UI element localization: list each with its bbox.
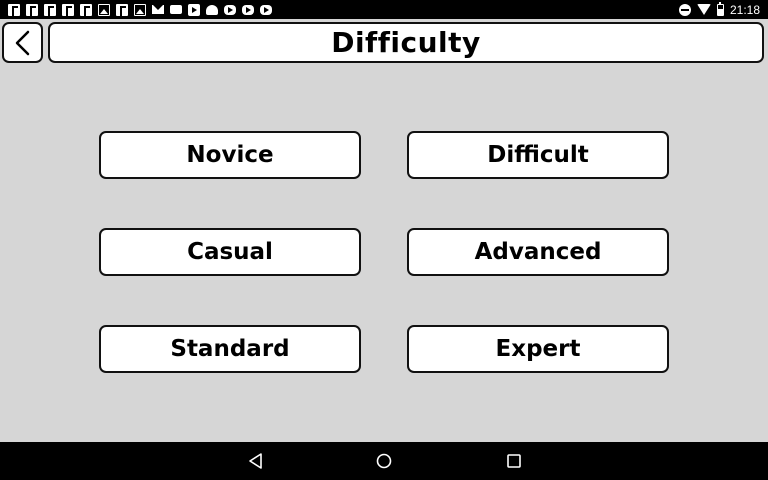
advanced-button-label: Advanced — [474, 239, 602, 265]
facebook-icon — [44, 3, 56, 18]
youtube-icon — [242, 4, 254, 15]
do-not-disturb-icon — [678, 3, 691, 16]
title-bar: Difficulty — [48, 22, 764, 63]
facebook-icon — [8, 3, 20, 18]
play-store-icon — [188, 3, 200, 16]
chevron-left-icon — [15, 30, 30, 56]
casual-button[interactable]: Casual — [99, 228, 361, 276]
novice-button-label: Novice — [186, 142, 274, 168]
standard-button-label: Standard — [170, 336, 290, 362]
facebook-icon — [116, 3, 128, 18]
difficult-button[interactable]: Difficult — [407, 131, 669, 179]
chat-icon — [170, 5, 182, 14]
facebook-icon — [62, 3, 74, 18]
difficult-button-label: Difficult — [487, 142, 589, 168]
system-icons: 21:18 — [678, 1, 760, 18]
expert-button[interactable]: Expert — [407, 325, 669, 373]
advanced-button[interactable]: Advanced — [407, 228, 669, 276]
status-bar: 21:18 — [0, 0, 768, 19]
expert-button-label: Expert — [495, 336, 581, 362]
home-circle-icon[interactable] — [374, 451, 394, 471]
standard-button[interactable]: Standard — [99, 325, 361, 373]
android-icon — [206, 4, 218, 15]
wifi-icon — [696, 4, 711, 15]
status-time: 21:18 — [729, 2, 760, 17]
youtube-icon — [260, 4, 272, 15]
youtube-icon — [224, 4, 236, 15]
mail-icon — [152, 5, 164, 14]
notification-icons — [8, 3, 272, 18]
back-button[interactable] — [2, 22, 43, 63]
facebook-icon — [80, 3, 92, 18]
novice-button[interactable]: Novice — [99, 131, 361, 179]
back-triangle-icon[interactable] — [246, 451, 266, 471]
facebook-icon — [26, 3, 38, 18]
page-title: Difficulty — [331, 26, 481, 59]
image-icon — [98, 3, 110, 16]
navigation-bar — [0, 442, 768, 480]
battery-icon — [716, 1, 724, 16]
image-icon — [134, 3, 146, 16]
recents-square-icon[interactable] — [504, 451, 524, 471]
casual-button-label: Casual — [187, 239, 273, 265]
